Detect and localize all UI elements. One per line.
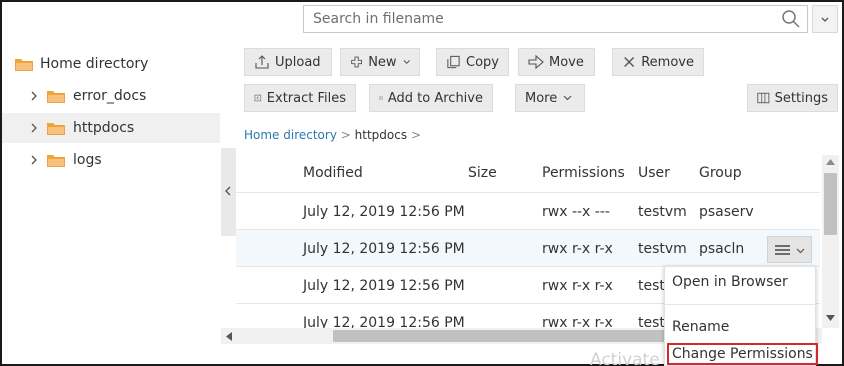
sidebar-item-home-directory[interactable]: Home directory xyxy=(15,49,220,79)
table-row[interactable]: July 12, 2019 12:56 PM rwx r-x r-x testv… xyxy=(236,230,820,267)
cell-modified: July 12, 2019 12:56 PM xyxy=(303,241,465,257)
cell-permissions: rwx r-x r-x xyxy=(542,241,613,257)
cell-user: testvm xyxy=(638,241,687,257)
table-row[interactable]: July 12, 2019 12:56 PM rwx --x --- testv… xyxy=(236,193,820,230)
chevron-right-icon[interactable] xyxy=(30,155,38,165)
search-options-button[interactable] xyxy=(812,5,838,33)
search-icon[interactable] xyxy=(781,9,801,29)
sidebar-item-label: Home directory xyxy=(40,56,149,72)
menu-item-open-in-browser[interactable]: Open in Browser xyxy=(672,274,788,290)
upload-icon xyxy=(255,55,269,69)
menu-divider xyxy=(665,304,815,305)
remove-button[interactable]: Remove xyxy=(612,48,704,76)
cell-permissions: rwx r-x r-x xyxy=(542,278,613,294)
archive-icon xyxy=(379,96,383,100)
sidebar-item-logs[interactable]: logs xyxy=(30,145,220,175)
breadcrumb: Home directory > httpdocs > xyxy=(244,128,421,142)
folder-icon xyxy=(47,154,65,167)
breadcrumb-home-link[interactable]: Home directory xyxy=(244,128,337,142)
cell-group: psaserv xyxy=(699,204,754,220)
sidebar-item-label: httpdocs xyxy=(73,120,135,136)
scroll-left-icon[interactable] xyxy=(226,332,232,341)
arrow-right-icon xyxy=(528,54,544,70)
search-input[interactable]: Search in filename xyxy=(313,11,444,27)
menu-item-rename[interactable]: Rename xyxy=(672,319,729,335)
hamburger-icon xyxy=(775,245,790,255)
scroll-up-icon[interactable] xyxy=(826,159,835,165)
breadcrumb-separator: > xyxy=(340,128,351,142)
sidebar-item-httpdocs[interactable]: httpdocs xyxy=(2,113,220,143)
cell-permissions: rwx --x --- xyxy=(542,204,610,220)
copy-button[interactable]: Copy xyxy=(436,48,509,76)
collapse-sidebar-button[interactable] xyxy=(221,148,236,236)
column-header-group[interactable]: Group xyxy=(699,165,742,181)
plus-icon xyxy=(351,56,363,68)
row-actions-button[interactable] xyxy=(767,236,812,263)
chevron-down-icon xyxy=(821,17,829,22)
menu-item-change-permissions[interactable]: Change Permissions xyxy=(667,343,818,365)
cell-user: testvm xyxy=(638,204,687,220)
chevron-down-icon xyxy=(563,95,572,101)
vertical-scrollbar[interactable] xyxy=(822,155,839,328)
cell-permissions: rwx r-x r-x xyxy=(542,315,613,328)
cell-modified: July 12, 2019 12:56 PM xyxy=(303,315,465,328)
scroll-down-icon[interactable] xyxy=(826,315,835,321)
column-header-permissions[interactable]: Permissions xyxy=(542,165,625,181)
breadcrumb-current: httpdocs xyxy=(354,128,408,142)
folder-icon xyxy=(15,58,33,71)
sidebar-item-label: logs xyxy=(73,152,102,168)
column-header-user[interactable]: User xyxy=(638,165,670,181)
folder-icon xyxy=(47,122,65,135)
folder-icon xyxy=(47,90,65,103)
chevron-left-icon xyxy=(225,186,231,196)
extract-icon xyxy=(254,94,262,102)
chevron-right-icon[interactable] xyxy=(30,123,38,133)
column-header-size[interactable]: Size xyxy=(468,165,497,181)
extract-files-button[interactable]: Extract Files xyxy=(244,84,356,112)
settings-button[interactable]: Settings xyxy=(747,84,838,112)
copy-icon xyxy=(447,55,460,69)
search-box[interactable]: Search in filename xyxy=(303,5,808,33)
add-to-archive-button[interactable]: Add to Archive xyxy=(369,84,493,112)
close-icon xyxy=(624,57,635,67)
activation-watermark: Activate xyxy=(590,350,660,366)
new-button[interactable]: New xyxy=(340,48,420,76)
cell-group: psacln xyxy=(699,241,745,257)
column-header-modified[interactable]: Modified xyxy=(303,165,363,181)
cell-modified: July 12, 2019 12:56 PM xyxy=(303,278,465,294)
move-button[interactable]: Move xyxy=(518,48,595,76)
chevron-right-icon[interactable] xyxy=(30,91,38,101)
chevron-down-icon xyxy=(796,248,805,254)
columns-settings-icon xyxy=(757,92,770,104)
chevron-down-icon xyxy=(403,59,410,64)
row-context-menu: Open in Browser Rename Change Permission… xyxy=(664,266,818,366)
more-button[interactable]: More xyxy=(515,84,585,112)
breadcrumb-separator: > xyxy=(410,128,421,142)
cell-modified: July 12, 2019 12:56 PM xyxy=(303,204,465,220)
sidebar-item-label: error_docs xyxy=(73,88,147,104)
vertical-scroll-thumb[interactable] xyxy=(824,173,837,235)
sidebar-item-error-docs[interactable]: error_docs xyxy=(30,81,220,111)
upload-button[interactable]: Upload xyxy=(244,48,332,76)
